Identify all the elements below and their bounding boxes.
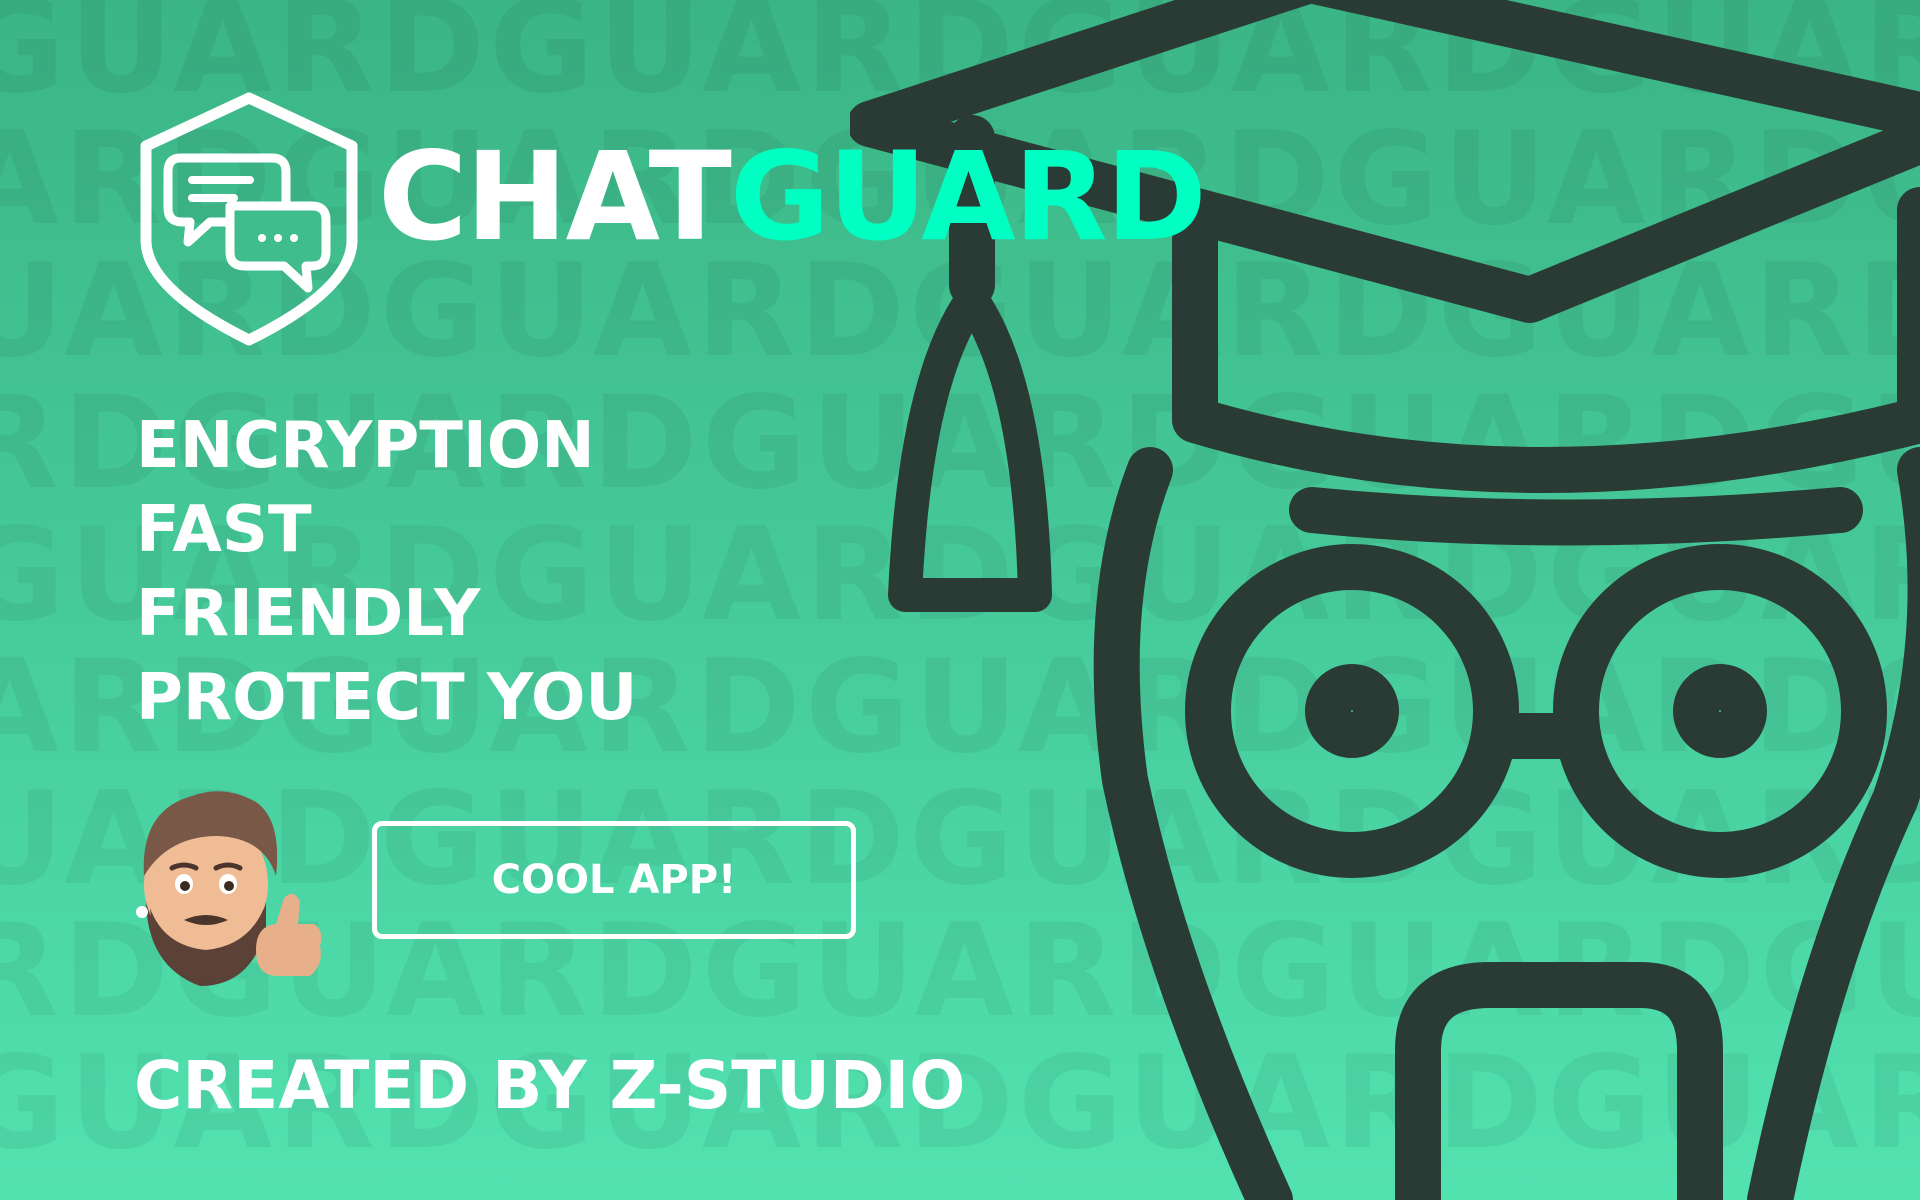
feature-item: ENCRYPTION bbox=[136, 409, 595, 483]
brand-guard-text: GUARD bbox=[729, 126, 1207, 268]
brand-logo-text: CHATGUARD bbox=[378, 136, 1207, 258]
bearded-man-thumbs-up-memoji bbox=[136, 791, 322, 986]
feature-list: ENCRYPTION FAST FRIENDLY PROTECT YOU bbox=[136, 404, 637, 740]
feature-item: FAST bbox=[136, 493, 312, 567]
feature-item: FRIENDLY bbox=[136, 577, 481, 651]
credit-text: CREATED BY Z-STUDIO bbox=[134, 1047, 966, 1124]
cool-app-button[interactable]: COOL APP! bbox=[372, 821, 856, 939]
shield-chat-icon bbox=[140, 92, 358, 346]
brand-chat-text: CHAT bbox=[378, 126, 732, 268]
feature-item: PROTECT YOU bbox=[136, 661, 638, 735]
